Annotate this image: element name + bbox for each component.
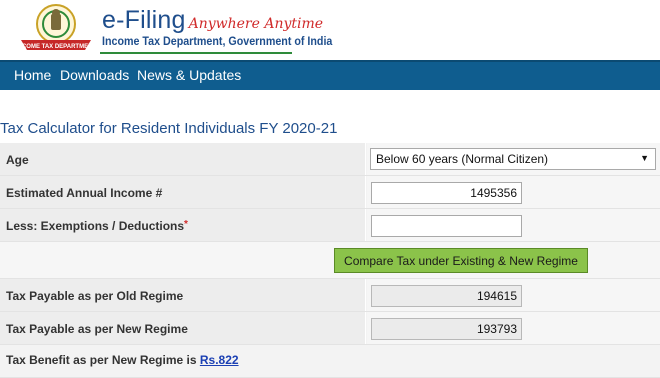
brand-title: e-Filing (102, 6, 186, 34)
deductions-input[interactable] (371, 215, 522, 237)
benefit-label: Tax Benefit as per New Regime is (6, 353, 197, 367)
nav-news-updates[interactable]: News & Updates (137, 67, 241, 83)
deductions-row: Less: Exemptions / Deductions* (0, 209, 660, 242)
benefit-amount-link[interactable]: Rs.822 (200, 353, 239, 367)
old-regime-output: 194615 (371, 285, 522, 307)
nav-downloads[interactable]: Downloads (60, 67, 129, 83)
main-nav: Home Downloads News & Updates (0, 60, 660, 90)
old-regime-label: Tax Payable as per Old Regime (6, 289, 184, 303)
old-regime-row: Tax Payable as per Old Regime (0, 279, 660, 312)
benefit-text: Tax Benefit as per New Regime is Rs.822 (6, 353, 239, 367)
income-row: Estimated Annual Income # (0, 176, 660, 209)
age-select[interactable]: Below 60 years (Normal Citizen) ▼ (370, 148, 656, 170)
site-header: INCOME TAX DEPARTMENT e-Filing Anywhere A… (0, 0, 660, 60)
deductions-label-wrap: Less: Exemptions / Deductions* (6, 219, 188, 233)
new-regime-label: Tax Payable as per New Regime (6, 322, 188, 336)
old-regime-label-cell: Tax Payable as per Old Regime (0, 279, 366, 311)
brand-title-row: e-Filing Anywhere Anytime (102, 6, 323, 34)
brand-subtitle: Income Tax Department, Government of Ind… (102, 36, 333, 48)
compare-tax-button[interactable]: Compare Tax under Existing & New Regime (334, 248, 588, 273)
brand-tagline: Anywhere Anytime (188, 16, 324, 32)
brand-divider (100, 52, 292, 54)
nav-home[interactable]: Home (14, 67, 51, 83)
deductions-label: Less: Exemptions / Deductions (6, 219, 185, 233)
emblem-logo-icon: INCOME TAX DEPARTMENT (17, 4, 95, 50)
required-marker: * (184, 219, 188, 230)
income-label: Estimated Annual Income # (6, 186, 163, 200)
age-label-cell: Age (0, 143, 366, 175)
income-input[interactable]: 1495356 (371, 182, 522, 204)
income-label-cell: Estimated Annual Income # (0, 176, 366, 208)
svg-text:INCOME TAX DEPARTMENT: INCOME TAX DEPARTMENT (17, 44, 95, 50)
dropdown-arrow-icon: ▼ (640, 153, 649, 163)
deductions-label-cell: Less: Exemptions / Deductions* (0, 209, 366, 241)
age-select-value: Below 60 years (Normal Citizen) (376, 152, 549, 166)
new-regime-label-cell: Tax Payable as per New Regime (0, 312, 366, 344)
new-regime-row: Tax Payable as per New Regime (0, 312, 660, 345)
benefit-row: Tax Benefit as per New Regime is Rs.822 (0, 345, 660, 378)
age-label: Age (6, 153, 29, 167)
page-title: Tax Calculator for Resident Individuals … (0, 120, 338, 137)
new-regime-output: 193793 (371, 318, 522, 340)
